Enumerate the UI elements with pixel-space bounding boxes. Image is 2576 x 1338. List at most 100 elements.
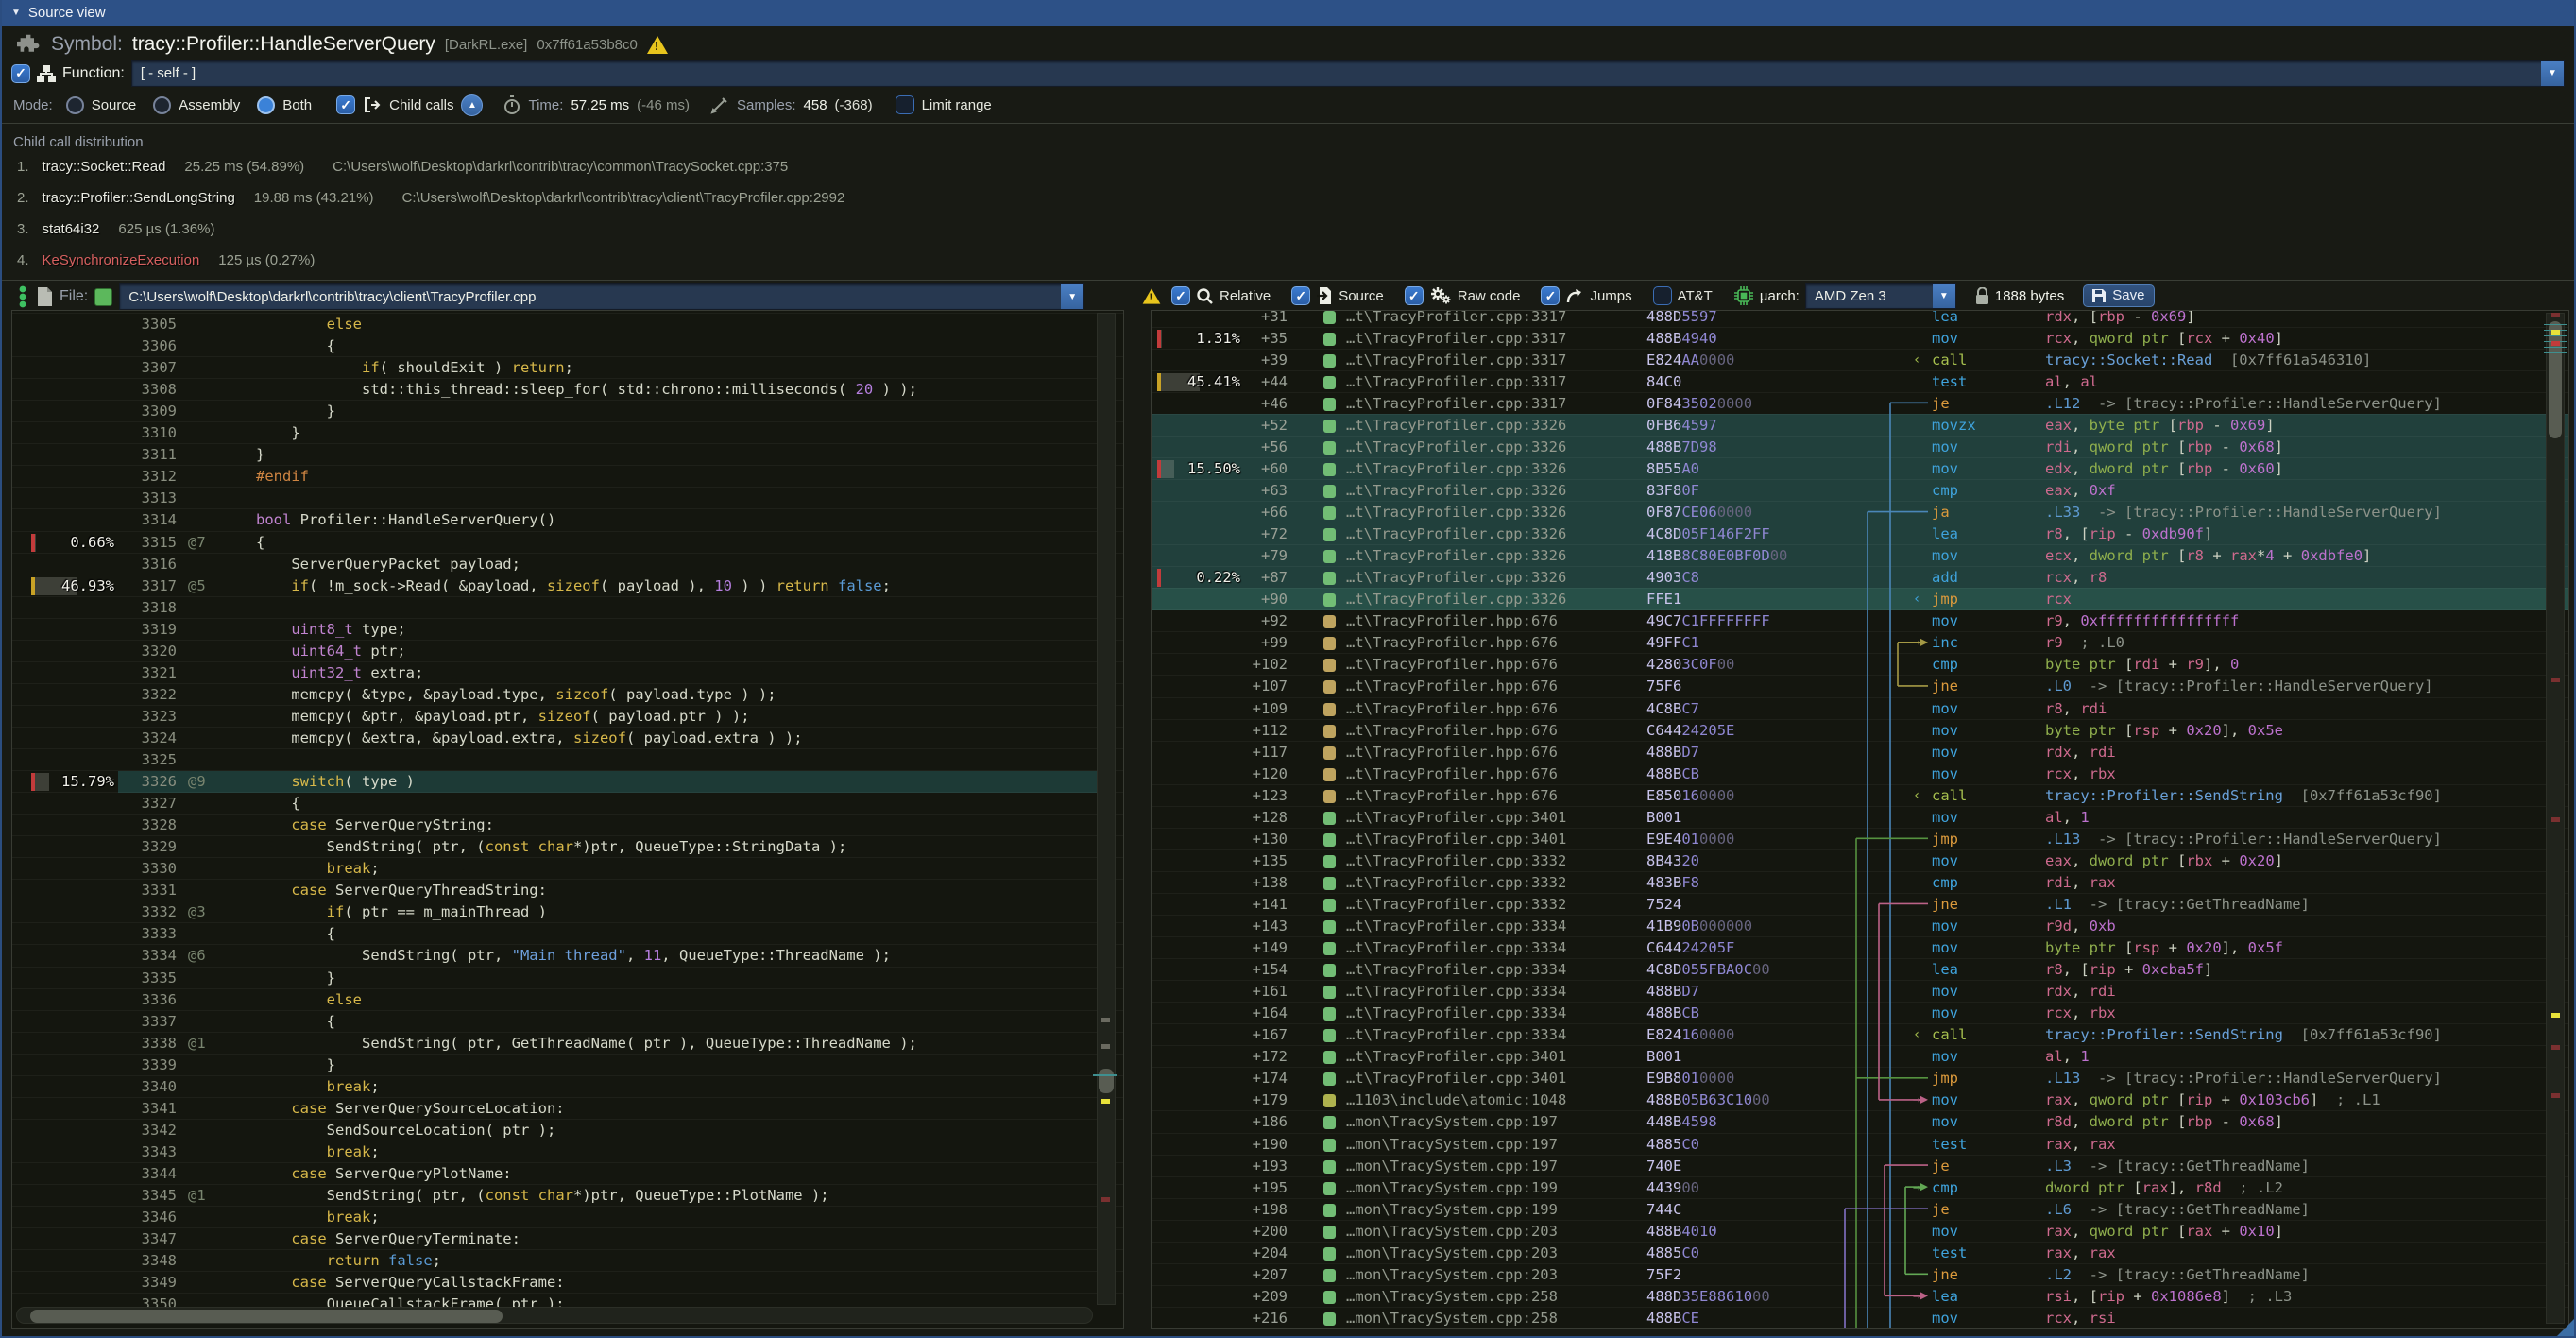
line-number[interactable]: 3328 (124, 815, 177, 835)
source-line-row[interactable]: 3344 case ServerQueryPlotName: (12, 1162, 1123, 1185)
child-call-item[interactable]: 2.tracy::Profiler::SendLongString19.88 m… (17, 190, 844, 213)
line-number[interactable]: 3349 (124, 1272, 177, 1293)
child-call-item[interactable]: 4.KeSynchronizeExecution125 µs (0.27%) (17, 252, 343, 275)
line-number[interactable]: 3337 (124, 1011, 177, 1032)
source-file-marker-icon[interactable] (1323, 812, 1336, 825)
asm-instruction-row[interactable]: +167…t\TracyProfiler.cpp:3334E824160000‹… (1152, 1023, 2568, 1046)
source-file-marker-icon[interactable] (1323, 986, 1336, 999)
source-location[interactable]: …t\TracyProfiler.cpp:3326 (1346, 567, 1566, 588)
source-location[interactable]: …mon\TracySystem.cpp:258 (1346, 1308, 1558, 1329)
line-number[interactable]: 3319 (124, 619, 177, 640)
source-line-row[interactable]: 3330 break; (12, 857, 1123, 880)
asm-instruction-row[interactable]: +198…mon\TracySystem.cpp:199744Cje.L6 ->… (1152, 1198, 2568, 1221)
source-file-marker-icon[interactable] (1323, 877, 1336, 890)
asm-instruction-row[interactable]: +216…mon\TracySystem.cpp:258488BCEmovrcx… (1152, 1307, 2568, 1329)
source-location[interactable]: …t\TracyProfiler.hpp:676 (1346, 632, 1558, 653)
asm-instruction-row[interactable]: +31…t\TracyProfiler.cpp:3317488D5597lear… (1152, 310, 2568, 328)
resize-handle-icon[interactable] (2557, 1319, 2574, 1336)
source-checkbox[interactable]: ✓ (1291, 286, 1310, 305)
source-file-marker-icon[interactable] (1323, 899, 1336, 912)
source-line-row[interactable]: 3336 else (12, 988, 1123, 1011)
source-file-marker-icon[interactable] (1323, 1051, 1336, 1064)
source-line-row[interactable]: 3308 std::this_thread::sleep_for( std::c… (12, 378, 1123, 401)
source-line-row[interactable]: 3328 case ServerQueryString: (12, 814, 1123, 836)
source-location[interactable]: …mon\TracySystem.cpp:203 (1346, 1221, 1558, 1242)
source-file-marker-icon[interactable] (1323, 833, 1336, 847)
line-number[interactable]: 3308 (124, 379, 177, 400)
line-number[interactable]: 3326 (124, 771, 177, 792)
line-number[interactable]: 3307 (124, 357, 177, 378)
source-file-marker-icon[interactable] (1323, 1269, 1336, 1282)
asm-instruction-row[interactable]: +135…t\TracyProfiler.cpp:33328B4320movea… (1152, 849, 2568, 872)
uarch-combo[interactable]: AMD Zen 3 ▼ (1805, 283, 1956, 309)
line-number[interactable]: 3340 (124, 1076, 177, 1097)
source-file-marker-icon[interactable] (1323, 746, 1336, 760)
source-location[interactable]: …t\TracyProfiler.cpp:3326 (1346, 415, 1566, 436)
source-file-marker-icon[interactable] (1323, 637, 1336, 650)
asm-instruction-row[interactable]: +102…t\TracyProfiler.hpp:67642803C0F00cm… (1152, 653, 2568, 676)
source-file-marker-icon[interactable] (1323, 1291, 1336, 1304)
source-file-marker-icon[interactable] (1323, 463, 1336, 476)
source-location[interactable]: …t\TracyProfiler.cpp:3326 (1346, 545, 1566, 566)
asm-instruction-row[interactable]: 1.31%+35…t\TracyProfiler.cpp:3317488B494… (1152, 327, 2568, 350)
source-file-marker-icon[interactable] (1323, 680, 1336, 694)
mode-radio-source[interactable] (66, 96, 84, 114)
line-number[interactable]: 3329 (124, 836, 177, 857)
mode-both-label[interactable]: Both (282, 97, 312, 113)
asm-instruction-row[interactable]: +164…t\TracyProfiler.cpp:3334488BCBmovrc… (1152, 1002, 2568, 1024)
source-location[interactable]: …t\TracyProfiler.cpp:3317 (1346, 350, 1566, 370)
asm-instruction-row[interactable]: +107…t\TracyProfiler.hpp:67675F6jne.L0 -… (1152, 675, 2568, 697)
source-file-marker-icon[interactable] (1323, 790, 1336, 803)
source-location[interactable]: …t\TracyProfiler.cpp:3326 (1346, 437, 1566, 457)
asm-instruction-row[interactable]: +161…t\TracyProfiler.cpp:3334488BD7movrd… (1152, 980, 2568, 1003)
source-line-row[interactable]: 3348 return false; (12, 1249, 1123, 1272)
line-number[interactable]: 3325 (124, 749, 177, 770)
uarch-combo-arrow-icon[interactable]: ▼ (1933, 284, 1955, 308)
asm-instruction-row[interactable]: +149…t\TracyProfiler.cpp:3334C64424205Fm… (1152, 936, 2568, 959)
asm-instruction-row[interactable]: +92…t\TracyProfiler.hpp:67649C7C1FFFFFFF… (1152, 609, 2568, 632)
source-file-marker-icon[interactable] (1323, 1139, 1336, 1152)
function-combo[interactable]: [ - self - ] ▼ (131, 60, 2565, 87)
source-line-row[interactable]: 3347 case ServerQueryTerminate: (12, 1227, 1123, 1250)
source-line-row[interactable]: 3333 { (12, 922, 1123, 945)
line-number[interactable]: 3335 (124, 968, 177, 988)
source-location[interactable]: …t\TracyProfiler.hpp:676 (1346, 785, 1558, 806)
line-number[interactable]: 3347 (124, 1228, 177, 1249)
asm-instruction-row[interactable]: +52…t\TracyProfiler.cpp:33260FB64597movz… (1152, 414, 2568, 437)
asm-instruction-row[interactable]: 45.41%+44…t\TracyProfiler.cpp:331784C0te… (1152, 370, 2568, 393)
source-file-marker-icon[interactable] (1323, 855, 1336, 868)
raw-code-label[interactable]: Raw code (1458, 288, 1521, 304)
source-file-marker-icon[interactable] (1323, 1247, 1336, 1261)
source-file-marker-icon[interactable] (1323, 920, 1336, 934)
source-line-row[interactable]: 3322 memcpy( &type, &payload.type, sizeo… (12, 683, 1123, 706)
asm-instruction-row[interactable]: +195…mon\TracySystem.cpp:199443900→cmpdw… (1152, 1176, 2568, 1199)
asm-instruction-row[interactable]: +46…t\TracyProfiler.cpp:33170F8435020000… (1152, 392, 2568, 415)
jumps-label[interactable]: Jumps (1590, 288, 1631, 304)
asm-instruction-row[interactable]: +128…t\TracyProfiler.cpp:3401B001moval, … (1152, 806, 2568, 829)
source-file-marker-icon[interactable] (1323, 1116, 1336, 1129)
source-location[interactable]: …t\TracyProfiler.cpp:3334 (1346, 1024, 1566, 1045)
asm-instruction-row[interactable]: +79…t\TracyProfiler.cpp:3326418B8C80E0BF… (1152, 544, 2568, 567)
asm-instruction-row[interactable]: +186…mon\TracySystem.cpp:197448B4598movr… (1152, 1110, 2568, 1133)
source-location[interactable]: …1103\include\atomic:1048 (1346, 1089, 1566, 1110)
function-checkbox[interactable]: ✓ (11, 64, 30, 83)
source-line-row[interactable]: 3314bool Profiler::HandleServerQuery() (12, 508, 1123, 531)
source-location[interactable]: …t\TracyProfiler.cpp:3317 (1346, 310, 1566, 327)
source-line-row[interactable]: 3312#endif (12, 465, 1123, 488)
source-line-row[interactable]: 3327 { (12, 792, 1123, 815)
asm-instruction-row[interactable]: +112…t\TracyProfiler.hpp:676C64424205Emo… (1152, 719, 2568, 742)
child-call-item[interactable]: 3.stat64i32625 µs (1.36%) (17, 221, 243, 244)
source-line-row[interactable]: 3342 SendSourceLocation( ptr ); (12, 1119, 1123, 1141)
source-location[interactable]: …mon\TracySystem.cpp:199 (1346, 1177, 1558, 1198)
file-combo[interactable]: C:\Users\wolf\Desktop\darkrl\contrib\tra… (119, 283, 1084, 310)
line-number[interactable]: 3322 (124, 684, 177, 705)
source-file-marker-icon[interactable] (1323, 420, 1336, 433)
line-number[interactable]: 3348 (124, 1250, 177, 1271)
line-number[interactable]: 3331 (124, 880, 177, 901)
source-line-row[interactable]: 3329 SendString( ptr, (const char*)ptr, … (12, 835, 1123, 858)
source-location[interactable]: …t\TracyProfiler.hpp:676 (1346, 698, 1558, 719)
source-hscrollbar[interactable] (16, 1307, 1093, 1324)
line-number[interactable]: 3332 (124, 901, 177, 922)
source-location[interactable]: …t\TracyProfiler.cpp:3334 (1346, 937, 1566, 958)
collapse-triangle-icon[interactable]: ▼ (11, 8, 21, 18)
